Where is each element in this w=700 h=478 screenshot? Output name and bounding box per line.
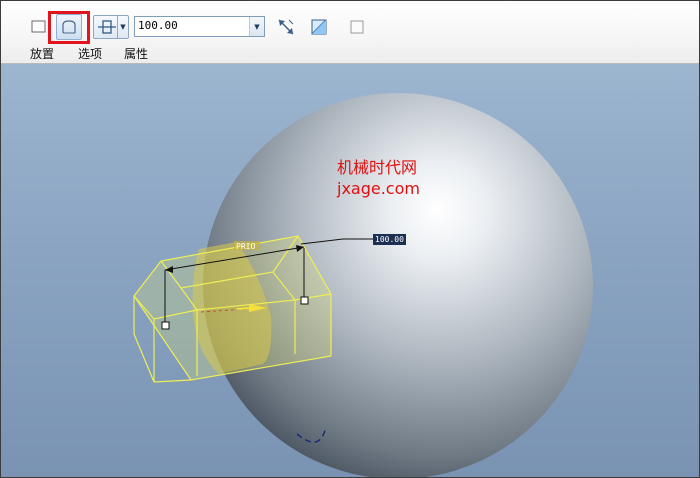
chevron-down-icon[interactable]: ▼ (117, 16, 128, 38)
tab-placement[interactable]: 放置 (30, 45, 54, 62)
blind-depth-icon (98, 20, 116, 34)
selection-highlight (48, 11, 90, 44)
tab-properties[interactable]: 属性 (124, 45, 148, 62)
depth-value-input[interactable]: 100.00 ▼ (134, 16, 265, 37)
thicken-sketch-icon[interactable] (344, 14, 370, 40)
watermark-line-2: jxage.com (337, 179, 420, 198)
drag-handle (300, 296, 309, 305)
chevron-down-icon[interactable]: ▼ (249, 17, 264, 36)
depth-value-text: 100.00 (138, 19, 178, 32)
drag-handle (161, 321, 170, 330)
flip-direction-icon[interactable] (273, 14, 299, 40)
watermark-line-1: 机械时代网 (337, 158, 418, 177)
remove-material-icon[interactable] (306, 14, 332, 40)
model-scene: PRIO (133, 93, 593, 477)
tab-options[interactable]: 选项 (78, 45, 102, 62)
depth-option-dropdown[interactable]: ▼ (93, 15, 129, 39)
watermark: 机械时代网 jxage.com (337, 157, 420, 199)
graphics-viewport[interactable]: PRIO 机械时代网 jxage.com 100.00 (1, 64, 699, 477)
trim-label: PRIO (236, 242, 255, 251)
dimension-value-label[interactable]: 100.00 (373, 234, 406, 245)
extrude-dashboard: ▼ 100.00 ▼ 放置 选项 属性 (1, 1, 699, 64)
